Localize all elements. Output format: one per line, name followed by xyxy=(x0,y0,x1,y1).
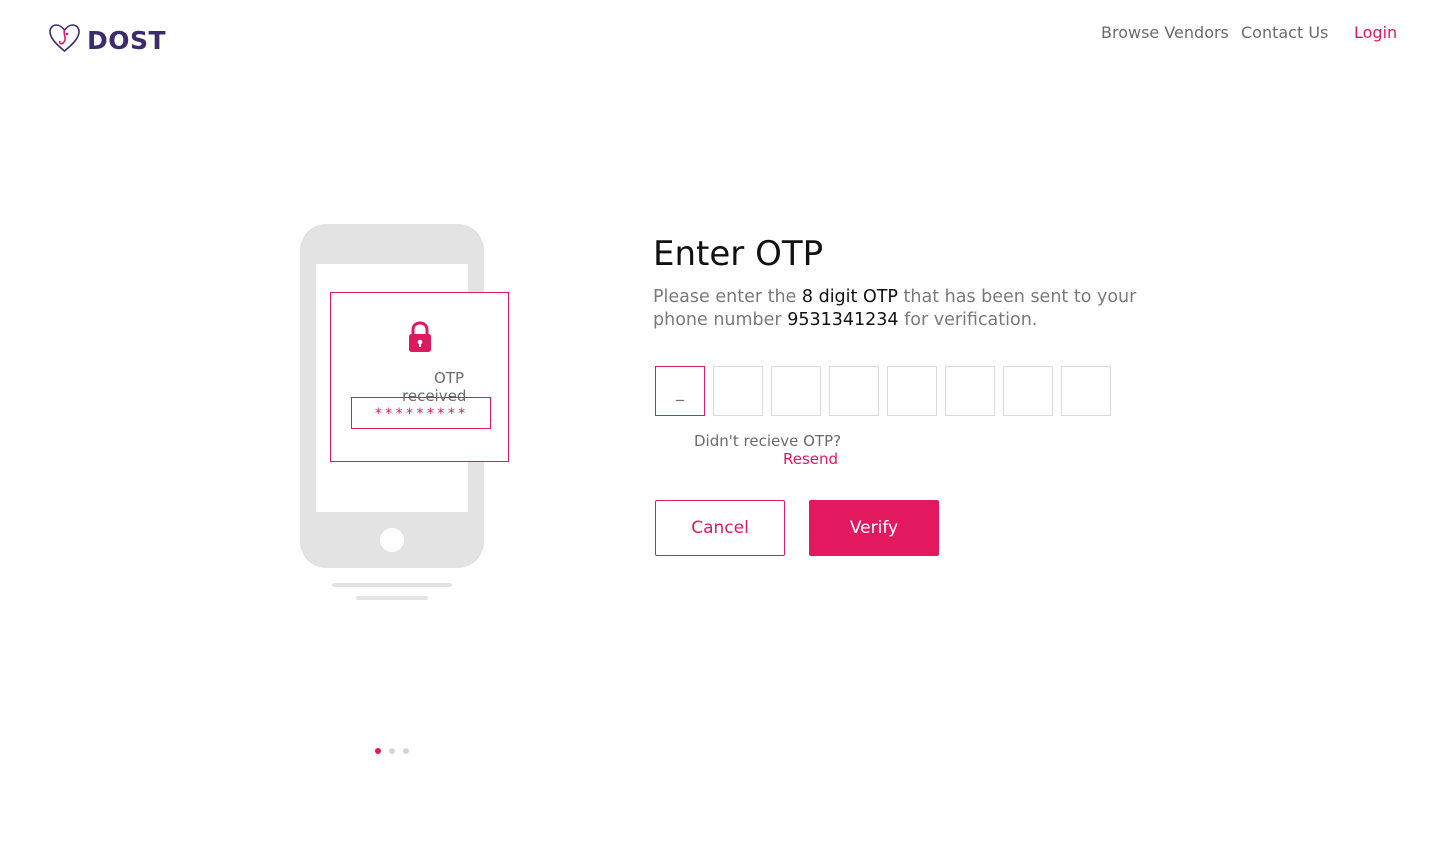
brand-name: DOST xyxy=(87,25,167,55)
phone-home-button xyxy=(380,528,404,552)
otp-instructions: Please enter the 8 digit OTP that has be… xyxy=(653,286,1153,332)
otp-input-group xyxy=(655,366,1111,416)
desc-text-1: Please enter the xyxy=(653,287,802,307)
otp-digit-3[interactable] xyxy=(771,366,821,416)
page-title: Enter OTP xyxy=(653,234,824,274)
cancel-button[interactable]: Cancel xyxy=(655,500,785,556)
lock-icon xyxy=(407,321,433,357)
phone-shadow xyxy=(332,583,452,587)
otp-received-card: OTP received ********* xyxy=(330,292,509,462)
verify-button[interactable]: Verify xyxy=(809,500,939,556)
carousel-dot-1[interactable] xyxy=(375,748,381,754)
desc-phone-number: 9531341234 xyxy=(787,310,899,330)
carousel-dot-2[interactable] xyxy=(389,748,395,754)
resend-question: Didn't recieve OTP? xyxy=(694,432,842,450)
phone-shadow-small xyxy=(356,596,428,600)
otp-digit-8[interactable] xyxy=(1061,366,1111,416)
carousel-dots xyxy=(375,748,409,754)
otp-digit-5[interactable] xyxy=(887,366,937,416)
carousel-dot-3[interactable] xyxy=(403,748,409,754)
otp-digit-6[interactable] xyxy=(945,366,995,416)
resend-link[interactable]: Resend xyxy=(783,450,838,468)
desc-otp-length: 8 digit OTP xyxy=(801,287,898,307)
otp-digit-7[interactable] xyxy=(1003,366,1053,416)
otp-masked-field: ********* xyxy=(351,397,491,429)
nav-browse-vendors[interactable]: Browse Vendors xyxy=(1101,23,1229,42)
otp-digit-2[interactable] xyxy=(713,366,763,416)
heart-logo-icon xyxy=(48,22,81,58)
otp-digit-1[interactable] xyxy=(655,366,705,416)
otp-digit-4[interactable] xyxy=(829,366,879,416)
desc-text-3: for verification. xyxy=(898,310,1038,330)
nav-login[interactable]: Login xyxy=(1354,23,1397,42)
brand-logo[interactable]: DOST xyxy=(48,22,166,58)
nav-contact-us[interactable]: Contact Us xyxy=(1241,23,1328,42)
